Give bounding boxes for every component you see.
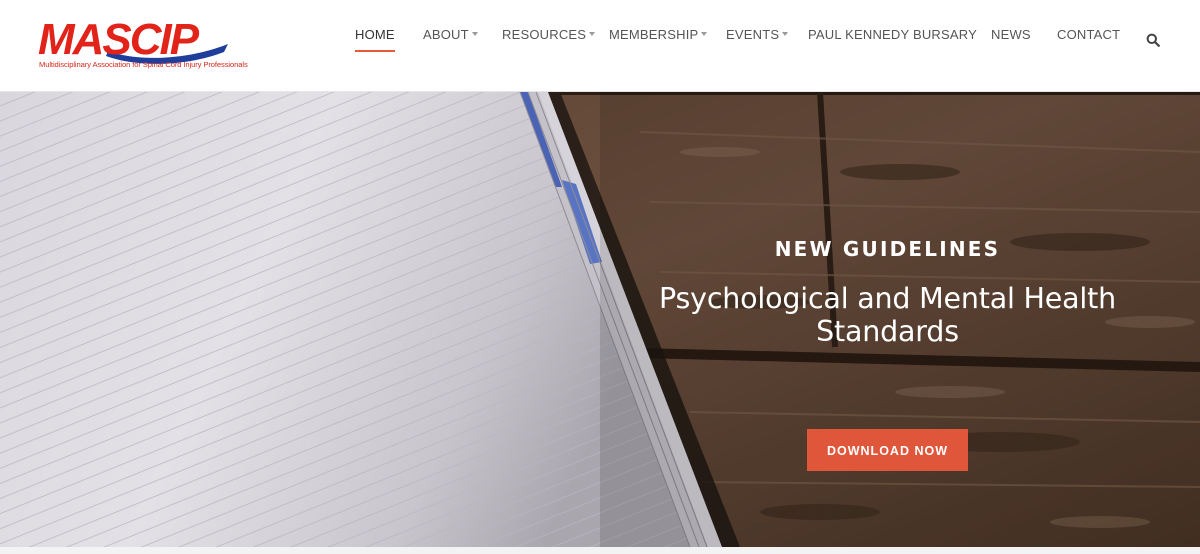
nav-paul-kennedy-bursary[interactable]: PAUL KENNEDY BURSARY	[808, 27, 977, 49]
nav-contact-label: CONTACT	[1057, 27, 1121, 42]
caret-down-icon	[782, 32, 789, 36]
hero-headline: Psychological and Mental Health Standard…	[620, 282, 1155, 348]
logo-tagline: Multidisciplinary Association for Spinal…	[39, 60, 248, 69]
svg-text:MASCIP: MASCIP	[38, 15, 200, 64]
nav-home[interactable]: HOME	[355, 27, 395, 52]
nav-news[interactable]: NEWS	[991, 27, 1031, 49]
search-button[interactable]	[1146, 33, 1160, 47]
nav-events-label: EVENTS	[726, 27, 780, 42]
site-logo[interactable]: MASCIP Multidisciplinary Association for…	[38, 14, 268, 76]
nav-membership-label: MEMBERSHIP	[609, 27, 699, 42]
search-icon	[1146, 33, 1160, 47]
page-bottom-strip	[0, 547, 1200, 554]
caret-down-icon	[471, 32, 478, 36]
hero-headline-line1: Psychological and Mental Health	[659, 282, 1116, 315]
hero-headline-line2: Standards	[816, 315, 959, 348]
site-header: MASCIP Multidisciplinary Association for…	[0, 0, 1200, 92]
nav-contact[interactable]: CONTACT	[1057, 27, 1120, 49]
nav-membership[interactable]: MEMBERSHIP	[609, 27, 708, 49]
hero-banner: NEW GUIDELINES Psychological and Mental …	[0, 92, 1200, 547]
nav-about[interactable]: ABOUT	[423, 27, 478, 49]
download-now-button[interactable]: DOWNLOAD NOW	[807, 429, 968, 471]
hero-eyebrow: NEW GUIDELINES	[774, 237, 1001, 261]
nav-about-label: ABOUT	[423, 27, 469, 42]
caret-down-icon	[589, 32, 596, 36]
nav-news-label: NEWS	[991, 27, 1031, 42]
nav-events[interactable]: EVENTS	[726, 27, 789, 49]
active-underline	[355, 50, 395, 52]
caret-down-icon	[701, 32, 708, 36]
nav-resources[interactable]: RESOURCES	[502, 27, 596, 49]
nav-bursary-label: PAUL KENNEDY BURSARY	[808, 27, 977, 42]
nav-resources-label: RESOURCES	[502, 27, 587, 42]
nav-home-label: HOME	[355, 27, 395, 42]
